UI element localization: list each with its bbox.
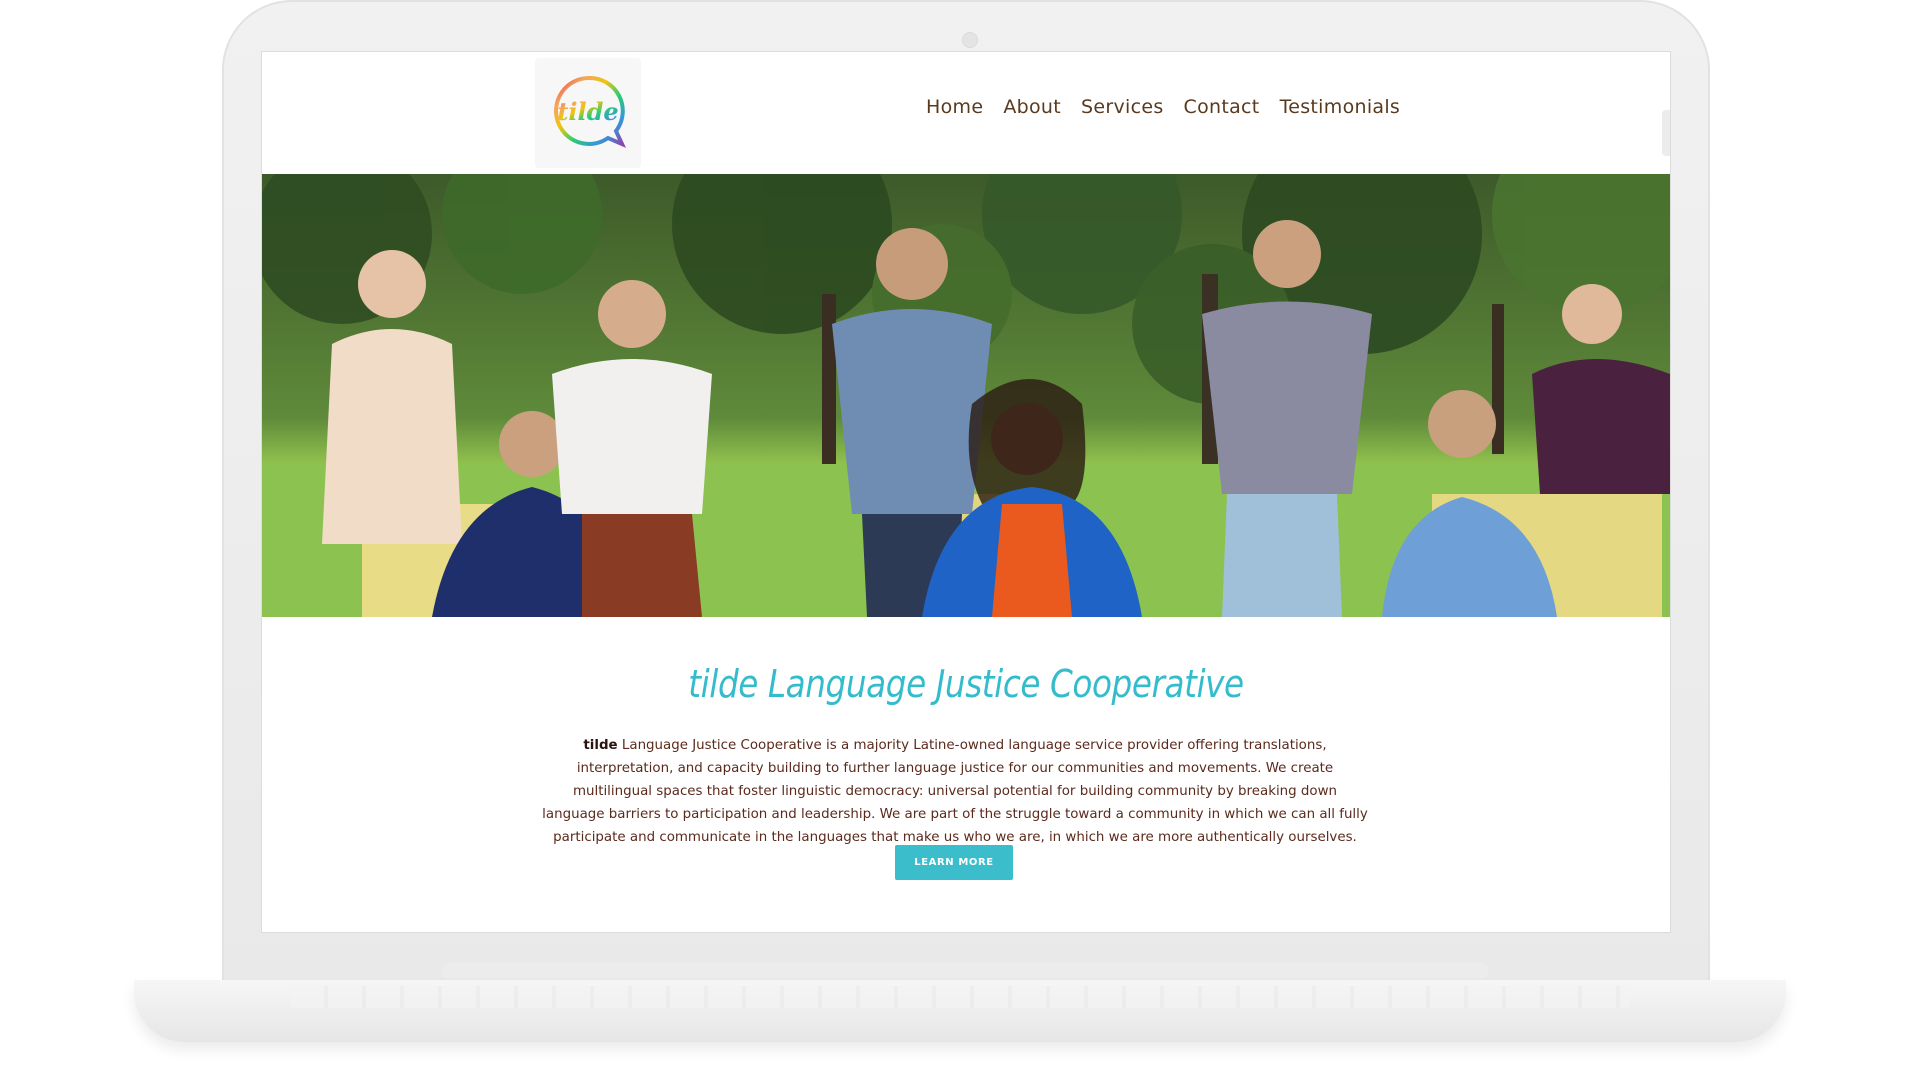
laptop-hinge	[442, 963, 1488, 979]
webcam-icon	[962, 32, 978, 48]
site-logo[interactable]: tilde	[535, 58, 641, 168]
intro-body: Language Justice Cooperative is a majori…	[542, 738, 1368, 846]
nav-testimonials[interactable]: Testimonials	[1280, 96, 1401, 118]
intro-title: tilde Language Justice Cooperative	[688, 662, 1244, 706]
nav-contact[interactable]: Contact	[1184, 96, 1260, 118]
scroll-tab[interactable]	[1662, 110, 1670, 156]
nav-about[interactable]: About	[1003, 96, 1061, 118]
nav-home[interactable]: Home	[926, 96, 983, 118]
intro-brand: tilde	[583, 738, 618, 754]
logo-wordmark: tilde	[557, 97, 618, 126]
learn-more-button[interactable]: LEARN MORE	[895, 845, 1013, 880]
laptop-screen: tilde Home About Services Contact Testim…	[262, 52, 1670, 932]
nav-services[interactable]: Services	[1081, 96, 1164, 118]
laptop-keyboard	[290, 986, 1630, 1008]
tilde-logo-icon: tilde	[554, 75, 626, 148]
hero-image	[262, 174, 1670, 617]
main-nav: Home About Services Contact Testimonials	[926, 96, 1400, 118]
intro-paragraph: tilde Language Justice Cooperative is a …	[542, 734, 1368, 849]
site-header: tilde Home About Services Contact Testim…	[262, 52, 1670, 174]
